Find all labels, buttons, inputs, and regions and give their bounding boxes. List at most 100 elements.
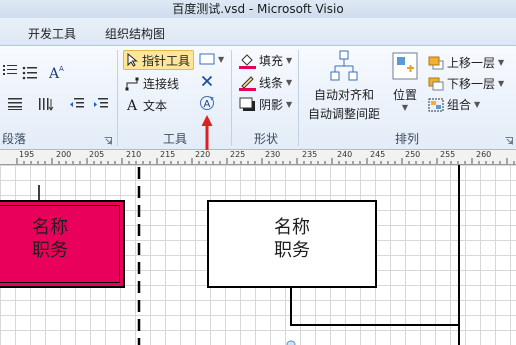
ruler-label: 245 <box>370 150 386 159</box>
shape-title-text: 职务 <box>32 240 68 261</box>
position-icon <box>392 52 418 80</box>
tab-org-chart[interactable]: 组织结构图 <box>105 25 165 42</box>
rotate-text-button[interactable]: A <box>199 95 215 111</box>
list-icon <box>22 66 38 80</box>
shadow-icon <box>239 96 256 113</box>
text-direction-icon <box>38 96 54 112</box>
pointer-tool-label: 指针工具 <box>142 53 191 68</box>
position-button[interactable]: 位置 ▼ <box>389 52 421 112</box>
svg-text:A: A <box>204 99 211 110</box>
ruler-label: 200 <box>56 150 72 159</box>
chevron-down-icon: ▼ <box>286 100 293 109</box>
chevron-down-icon: ▼ <box>401 103 409 112</box>
separator <box>231 50 232 146</box>
dialog-launcher-icon[interactable] <box>505 134 513 145</box>
shadow-button[interactable]: 阴影 ▼ <box>239 96 292 113</box>
ruler-label: 235 <box>302 150 318 159</box>
annotation-arrow <box>201 115 213 151</box>
text-tool-button[interactable]: A 文本 <box>127 97 167 114</box>
shape-name-text: 名称 <box>32 217 68 238</box>
group-button[interactable]: 组合 ▼ <box>428 96 480 113</box>
ruler-label: 195 <box>19 150 35 159</box>
connector-line <box>290 288 459 326</box>
position-label: 位置 <box>392 88 417 102</box>
bullets-icon <box>3 64 17 76</box>
ruler-label: 260 <box>476 150 492 159</box>
group-label: 组合 <box>447 98 472 112</box>
bring-forward-label: 上移一层 <box>447 56 496 70</box>
decrease-indent-icon <box>70 98 84 110</box>
chevron-down-icon: ▼ <box>286 78 293 87</box>
window-title: 百度测试.vsd - Microsoft Visio <box>172 2 344 16</box>
shape-text: 名称 职务 <box>0 216 106 262</box>
chevron-down-icon: ▼ <box>498 58 505 67</box>
visio-window: 百度测试.vsd - Microsoft Visio 开发工具 组织结构图 AA <box>0 0 516 345</box>
bring-forward-icon <box>428 56 444 70</box>
fill-icon <box>239 52 256 69</box>
chevron-down-icon: ▼ <box>498 79 505 88</box>
text-tool-label: 文本 <box>143 99 168 113</box>
fill-button[interactable]: 填充 ▼ <box>239 52 292 69</box>
connector-icon <box>125 77 139 91</box>
ruler-label: 240 <box>337 150 353 159</box>
chevron-down-icon: ▼ <box>218 54 225 64</box>
send-backward-icon <box>428 77 444 91</box>
shadow-label: 阴影 <box>259 98 284 112</box>
tab-developer[interactable]: 开发工具 <box>28 25 76 42</box>
dialog-launcher-icon[interactable] <box>104 134 112 145</box>
line-label: 线条 <box>259 76 284 90</box>
tools-group-label: 工具 <box>163 132 188 146</box>
chevron-down-icon: ▼ <box>474 100 481 109</box>
ruler-label: 230 <box>265 150 281 159</box>
ruler-label: 205 <box>89 150 105 159</box>
increase-indent-icon <box>94 98 108 110</box>
font-size-icon: AA <box>48 64 65 82</box>
delete-button[interactable] <box>201 75 213 87</box>
close-icon <box>201 75 213 87</box>
ruler-label: 210 <box>126 150 142 159</box>
rectangle-icon <box>199 53 215 65</box>
shape-title-text: 职务 <box>274 240 310 261</box>
text-tool-icon: A <box>127 97 138 114</box>
auto-align-space-button[interactable]: 自动对齐和 自动调整间距 <box>305 50 383 122</box>
ruler-label: 255 <box>440 150 456 159</box>
align-justify-button[interactable] <box>8 98 22 110</box>
increase-indent-button[interactable] <box>94 98 108 110</box>
ribbon-tabs: 开发工具 组织结构图 <box>0 18 516 46</box>
ruler-label: 225 <box>230 150 246 159</box>
separator <box>298 50 299 146</box>
pointer-icon <box>127 52 139 67</box>
org-shape-position[interactable]: 名称 职务 <box>207 200 377 288</box>
line-button[interactable]: 线条 ▼ <box>239 74 292 91</box>
connector-label: 连接线 <box>143 77 180 91</box>
org-shape-position[interactable]: 名称 职务 <box>0 200 125 288</box>
rotate-text-icon: A <box>199 95 215 111</box>
chevron-down-icon: ▼ <box>286 56 293 65</box>
ruler-label: 215 <box>160 150 176 159</box>
rectangle-button[interactable]: ▼ <box>199 53 224 65</box>
shape-text: 名称 职务 <box>209 216 375 262</box>
bullets-button[interactable] <box>3 64 17 76</box>
pointer-tool-button[interactable]: 指针工具 <box>123 50 195 70</box>
shape-group-label: 形状 <box>254 132 279 146</box>
separator <box>117 50 118 146</box>
ruler-ticks <box>16 158 515 164</box>
ribbon: AA 段落 指针工具 ▼ 连接线 A 文本 A 工具 填充 ▼ 线条 ▼ 阴影 … <box>0 46 516 151</box>
ruler-label: 220 <box>195 150 211 159</box>
shape-name-text: 名称 <box>274 217 310 238</box>
text-direction-button[interactable] <box>38 96 54 112</box>
auto-align-icon <box>330 50 358 82</box>
horizontal-ruler: 195 200 205 210 215 220 225 230 235 240 … <box>0 150 516 165</box>
auto-align-label-1: 自动对齐和 <box>313 88 374 102</box>
connector-button[interactable]: 连接线 <box>125 75 179 92</box>
send-backward-button[interactable]: 下移一层 ▼ <box>428 75 504 92</box>
bring-forward-button[interactable]: 上移一层 ▼ <box>428 54 504 71</box>
fill-label: 填充 <box>259 54 284 68</box>
drawing-canvas[interactable]: 名称 职务 名称 职务 <box>0 165 516 345</box>
send-backward-label: 下移一层 <box>447 77 496 91</box>
decrease-indent-button[interactable] <box>70 98 84 110</box>
list-button[interactable] <box>22 66 38 80</box>
connection-handle <box>286 340 296 345</box>
font-size-button[interactable]: AA <box>48 64 65 82</box>
svg-text:A: A <box>59 65 64 73</box>
